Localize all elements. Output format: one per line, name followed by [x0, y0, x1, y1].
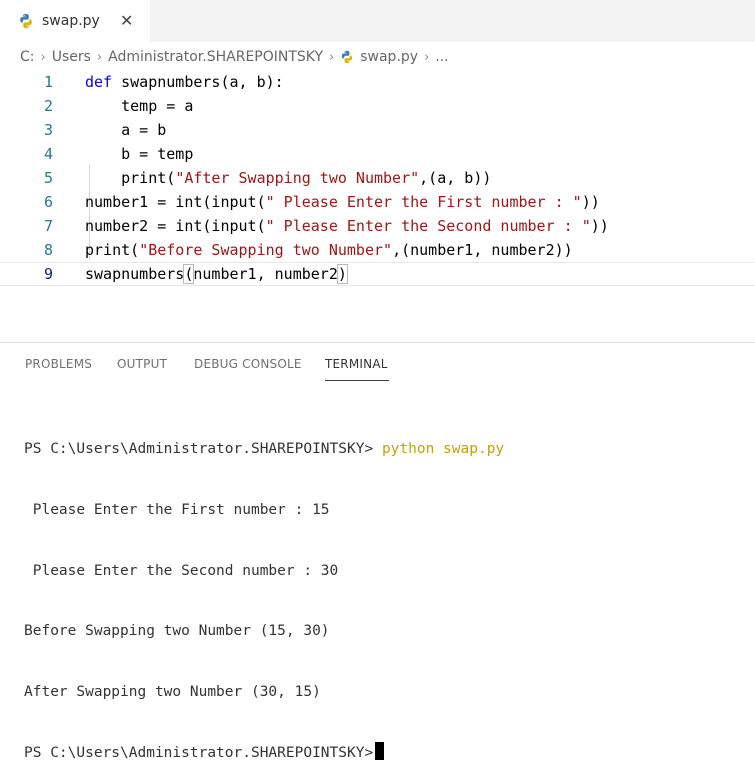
- code-token: )): [581, 193, 600, 211]
- tab-output[interactable]: OUTPUT: [117, 357, 167, 371]
- breadcrumb-drive[interactable]: C:: [20, 49, 35, 65]
- terminal-prompt: PS C:\Users\Administrator.SHAREPOINTSKY>: [24, 745, 374, 762]
- terminal-output-line: Before Swapping two Number (15, 30): [24, 623, 330, 640]
- code-line[interactable]: 7 number2 = int(input(" Please Enter the …: [0, 214, 755, 238]
- panel-tab-bar: PROBLEMS OUTPUT DEBUG CONSOLE TERMINAL: [0, 342, 755, 385]
- line-number: 3: [43, 121, 53, 139]
- breadcrumb-separator: ›: [329, 49, 335, 65]
- code-token: number1 = int(input(: [85, 193, 266, 211]
- code-token: b = temp: [85, 145, 194, 163]
- line-number: 9: [43, 265, 53, 283]
- terminal-cursor: [375, 742, 385, 761]
- string-token: "After Swapping two Number": [175, 169, 420, 187]
- string-token: " Please Enter the Second number : ": [265, 217, 591, 235]
- code-text: print("After Swapping two Number",(a, b)…: [85, 166, 491, 190]
- code-text: b = temp: [85, 142, 193, 166]
- breadcrumb-symbols[interactable]: ...: [435, 49, 448, 65]
- code-token: ,(a, b)): [419, 169, 492, 187]
- breadcrumb-separator: ›: [40, 49, 46, 65]
- code-token: a = b: [85, 121, 167, 139]
- code-text: number2 = int(input(" Please Enter the S…: [85, 214, 609, 238]
- tab-terminal[interactable]: TERMINAL: [325, 357, 388, 371]
- breadcrumb: C: › Users › Administrator.SHAREPOINTSKY…: [0, 44, 755, 70]
- editor-tab-bar: swap.py ✕: [0, 0, 755, 42]
- active-tab-indicator: [325, 380, 389, 381]
- code-text: print("Before Swapping two Number",(numb…: [85, 238, 573, 262]
- string-token: "Before Swapping two Number": [139, 241, 393, 259]
- code-token: swapnumbers(a, b):: [112, 73, 284, 91]
- code-token: number2 = int(input(: [85, 217, 266, 235]
- line-number: 7: [43, 217, 53, 235]
- code-token: )): [590, 217, 609, 235]
- code-line[interactable]: 2 temp = a: [0, 94, 755, 118]
- keyword-token: def: [85, 73, 113, 91]
- code-text: def swapnumbers(a, b):: [85, 70, 284, 94]
- line-number: 2: [43, 97, 53, 115]
- code-token: temp = a: [85, 97, 194, 115]
- breadcrumb-separator: ›: [96, 49, 103, 65]
- line-number: 6: [43, 193, 53, 211]
- code-line[interactable]: 4 b = temp: [0, 142, 755, 166]
- breadcrumb-folder[interactable]: Administrator.SHAREPOINTSKY: [108, 49, 323, 65]
- terminal-line: PS C:\Users\Administrator.SHAREPOINTSKY>: [24, 742, 744, 762]
- code-line[interactable]: 8 print("Before Swapping two Number",(num…: [0, 238, 755, 262]
- python-file-icon: [20, 14, 32, 28]
- code-line[interactable]: 6 number1 = int(input(" Please Enter the …: [0, 190, 755, 214]
- code-editor[interactable]: 1 def swapnumbers(a, b): 2 temp = a3 a = b…: [0, 70, 755, 286]
- code-text: swapnumbers(number1, number2): [85, 263, 348, 285]
- tab-debug-console[interactable]: DEBUG CONSOLE: [194, 357, 302, 371]
- line-number: 4: [43, 145, 53, 163]
- line-number: 5: [43, 169, 53, 187]
- tab-problems[interactable]: PROBLEMS: [25, 357, 92, 371]
- python-file-icon: [342, 50, 353, 64]
- code-token: print(: [85, 169, 176, 187]
- code-text: temp = a: [85, 94, 193, 118]
- code-line[interactable]: 1 def swapnumbers(a, b):: [0, 70, 755, 94]
- code-line[interactable]: 3 a = b: [0, 118, 755, 142]
- code-token: swapnumbers: [85, 265, 185, 283]
- line-number: 1: [43, 73, 53, 91]
- terminal-command: python swap.py: [381, 441, 505, 458]
- terminal-line: PS C:\Users\Administrator.SHAREPOINTSKY>…: [24, 439, 744, 459]
- terminal[interactable]: PS C:\Users\Administrator.SHAREPOINTSKY>…: [24, 399, 744, 783]
- terminal-output-line: Please Enter the Second number : 30: [24, 562, 339, 579]
- code-line[interactable]: 5 print("After Swapping two Number",(a, …: [0, 166, 755, 190]
- close-icon[interactable]: ✕: [120, 11, 133, 30]
- tab-label: swap.py: [42, 13, 100, 29]
- code-line[interactable]: 9 swapnumbers(number1, number2): [0, 262, 755, 286]
- code-text: a = b: [85, 118, 166, 142]
- code-token: ): [336, 264, 348, 284]
- terminal-output-line: Please Enter the First number : 15: [24, 502, 330, 518]
- code-token: number1, number2: [193, 265, 338, 283]
- tab-swap-py[interactable]: swap.py ✕: [0, 0, 150, 42]
- breadcrumb-users[interactable]: Users: [52, 49, 91, 65]
- breadcrumb-file[interactable]: swap.py: [360, 49, 418, 65]
- string-token: " Please Enter the First number : ": [265, 193, 582, 211]
- code-token: ,(number1, number2)): [392, 241, 573, 259]
- code-text: number1 = int(input(" Please Enter the F…: [85, 190, 600, 214]
- terminal-prompt: PS C:\Users\Administrator.SHAREPOINTSKY>: [24, 441, 374, 458]
- breadcrumb-separator: ›: [424, 49, 430, 65]
- line-number: 8: [43, 241, 53, 259]
- code-token: print(: [85, 241, 140, 259]
- terminal-output-line: After Swapping two Number (30, 15): [24, 683, 321, 700]
